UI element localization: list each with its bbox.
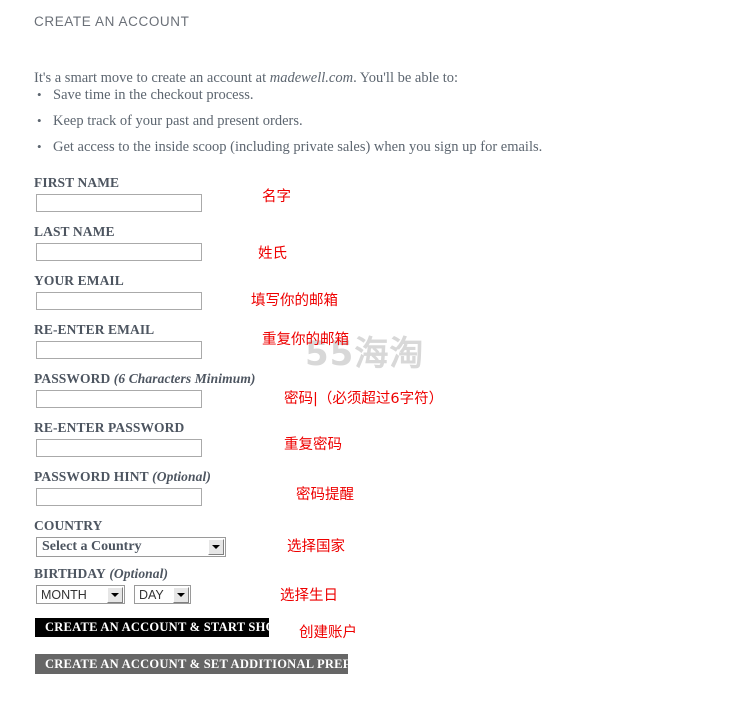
benefits-list: Save time in the checkout process. Keep …	[34, 82, 542, 160]
label-text: PASSWORD	[34, 371, 111, 386]
list-item: Keep track of your past and present orde…	[34, 108, 542, 134]
label-text: RE-ENTER EMAIL	[34, 322, 155, 337]
annotation-reenter-email: 重复你的邮箱	[262, 332, 349, 348]
birthday-day-value: DAY	[139, 587, 164, 602]
birthday-day-select[interactable]: DAY	[134, 585, 191, 604]
label-text: COUNTRY	[34, 518, 103, 533]
country-selected-value: Select a Country	[42, 539, 142, 554]
label-text: YOUR EMAIL	[34, 273, 124, 288]
chevron-down-icon[interactable]	[107, 586, 123, 603]
annotation-country: 选择国家	[287, 539, 345, 555]
birthday-month-value: MONTH	[41, 587, 87, 602]
label-suffix: (6 Characters Minimum)	[110, 371, 256, 386]
annotation-birthday: 选择生日	[280, 588, 338, 604]
chevron-down-icon[interactable]	[208, 539, 224, 555]
label-password: PASSWORD (6 Characters Minimum)	[34, 371, 256, 387]
birthday-selectors: MONTH DAY	[36, 585, 200, 604]
chevron-down-icon[interactable]	[173, 586, 189, 603]
label-password-hint: PASSWORD HINT (Optional)	[34, 469, 211, 485]
first-name-input[interactable]	[36, 194, 202, 212]
page-title: CREATE AN ACCOUNT	[34, 14, 190, 29]
label-text: PASSWORD HINT	[34, 469, 149, 484]
your-email-input[interactable]	[36, 292, 202, 310]
annotation-first-name: 名字	[262, 189, 291, 205]
create-account-page: 55海淘 CREATE AN ACCOUNT It's a smart move…	[0, 0, 732, 718]
last-name-input[interactable]	[36, 243, 202, 261]
label-last-name: LAST NAME	[34, 224, 115, 240]
annotation-create-account: 创建账户	[299, 625, 357, 641]
label-reenter-email: RE-ENTER EMAIL	[34, 322, 154, 338]
label-text: BIRTHDAY	[34, 566, 106, 581]
birthday-month-select[interactable]: MONTH	[36, 585, 125, 604]
label-text: RE-ENTER PASSWORD	[34, 420, 185, 435]
label-suffix: (Optional)	[105, 566, 169, 581]
annotation-last-name: 姓氏	[258, 246, 287, 262]
label-reenter-password: RE-ENTER PASSWORD	[34, 420, 184, 436]
label-text: FIRST NAME	[34, 175, 120, 190]
country-select[interactable]: Select a Country	[36, 537, 226, 557]
label-birthday: BIRTHDAY (Optional)	[34, 566, 168, 582]
password-hint-input[interactable]	[36, 488, 202, 506]
annotation-your-email: 填写你的邮箱	[251, 293, 338, 309]
annotation-reenter-password: 重复密码	[284, 437, 342, 453]
label-country: COUNTRY	[34, 518, 102, 534]
label-text: LAST NAME	[34, 224, 115, 239]
label-your-email: YOUR EMAIL	[34, 273, 124, 289]
create-account-set-preferences-button[interactable]: CREATE AN ACCOUNT & SET ADDITIONAL PREFE…	[35, 654, 411, 674]
reenter-email-input[interactable]	[36, 341, 202, 359]
password-input[interactable]	[36, 390, 202, 408]
create-account-start-shopping-button[interactable]: CREATE AN ACCOUNT & START SHOPPING	[35, 618, 315, 637]
label-suffix: (Optional)	[148, 469, 211, 484]
list-item: Save time in the checkout process.	[34, 82, 542, 108]
annotation-password-hint: 密码提醒	[296, 487, 354, 503]
list-item: Get access to the inside scoop (includin…	[34, 134, 542, 160]
label-first-name: FIRST NAME	[34, 175, 119, 191]
annotation-password: 密码|（必须超过6字符）	[284, 391, 444, 407]
reenter-password-input[interactable]	[36, 439, 202, 457]
